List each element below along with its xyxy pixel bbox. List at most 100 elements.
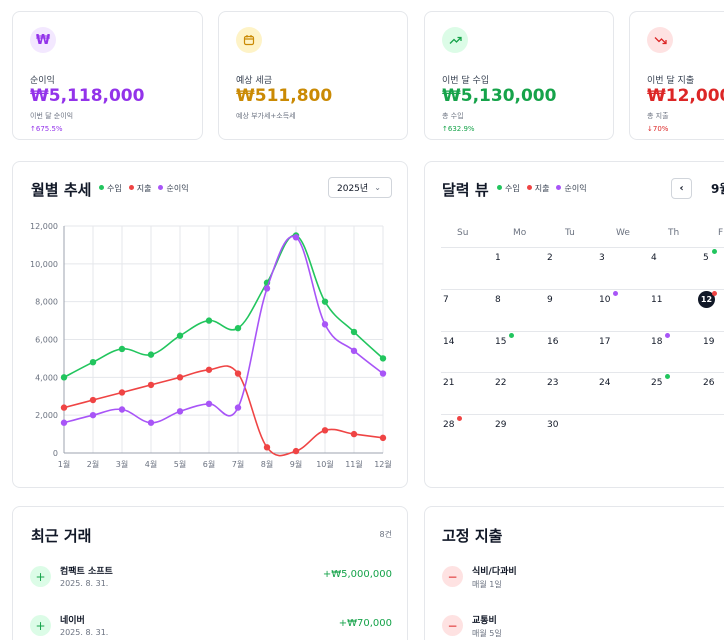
data-point	[379, 434, 387, 442]
transaction-row[interactable]: + 컴팩트 소프트 2025. 8. 31. +₩5,000,000	[30, 561, 392, 595]
data-point	[205, 366, 213, 373]
calendar-day[interactable]: 11	[651, 295, 662, 305]
recent-title: 최근 거래	[31, 527, 92, 545]
transaction-row[interactable]: + 네이버 2025. 8. 31. +₩70,000	[30, 610, 392, 640]
stat-sub: 예상 부가세+소득세	[236, 112, 296, 120]
calendar-day[interactable]: 17	[599, 337, 610, 347]
data-point	[118, 389, 126, 396]
fixed-expense-cycle: 매월 1일	[472, 580, 502, 589]
data-point	[379, 355, 387, 362]
calendar-title: 달력 뷰	[442, 181, 489, 199]
stat-change: ↓70%	[647, 125, 669, 133]
y-tick-label: 10,000	[30, 260, 58, 269]
prev-month-button[interactable]: ‹	[671, 178, 692, 199]
calendar-event-dot	[509, 333, 514, 338]
calendar-day[interactable]: 28	[443, 420, 454, 430]
calendar-day[interactable]: 30	[547, 420, 558, 430]
stat-label: 예상 세금	[236, 76, 272, 86]
stat-label: 이번 달 수입	[442, 76, 490, 86]
calendar-day[interactable]: 22	[495, 378, 506, 388]
y-tick-label: 6,000	[35, 336, 58, 345]
data-point	[321, 298, 329, 305]
calendar-row-divider	[441, 372, 724, 373]
calendar-event-dot	[665, 374, 670, 379]
calendar-day[interactable]: 3	[599, 253, 605, 263]
calendar-day[interactable]: 29	[495, 420, 506, 430]
calendar-row-divider	[441, 414, 724, 415]
transaction-count: 8건	[379, 530, 392, 539]
x-tick-label: 7월	[232, 459, 244, 469]
calendar-day[interactable]: 8	[495, 295, 501, 305]
x-tick-label: 2월	[87, 459, 99, 469]
calendar-day[interactable]: 14	[443, 337, 454, 347]
data-point	[60, 404, 68, 411]
data-point	[147, 381, 155, 389]
calendar-day[interactable]: 21	[443, 378, 454, 388]
transaction-date: 2025. 8. 31.	[60, 628, 109, 637]
calendar-day[interactable]: 16	[547, 337, 558, 347]
minus-icon: −	[442, 615, 463, 636]
trending-up-icon	[442, 27, 468, 53]
stat-label: 이번 달 지출	[647, 76, 695, 86]
calendar-day[interactable]: 2	[547, 253, 553, 263]
calendar-row-divider	[441, 331, 724, 332]
calendar-day[interactable]: 18	[651, 337, 662, 347]
stat-change: ↑632.9%	[442, 125, 475, 133]
transaction-amount: +₩5,000,000	[322, 569, 392, 580]
won-icon: ₩	[30, 27, 56, 53]
calendar-day[interactable]: 4	[651, 253, 657, 263]
x-tick-label: 12월	[374, 459, 392, 469]
calendar-day[interactable]: 23	[547, 378, 558, 388]
x-tick-label: 11월	[345, 459, 363, 469]
stat-value: ₩5,130,000	[442, 86, 557, 106]
calendar-day[interactable]: 5	[703, 253, 709, 263]
stat-value: ₩12,000	[647, 86, 724, 106]
transaction-name: 컴팩트 소프트	[60, 567, 113, 577]
data-point	[205, 400, 213, 408]
fixed-expense-row[interactable]: − 교통비 매월 5일	[442, 610, 724, 640]
data-point	[176, 408, 184, 415]
calendar-day[interactable]: 19	[703, 337, 714, 347]
data-point	[89, 359, 97, 366]
calendar-day[interactable]: 7	[443, 295, 449, 305]
data-point	[89, 396, 97, 404]
calendar-day[interactable]: 26	[703, 378, 714, 388]
data-point	[350, 347, 358, 355]
calendar-day[interactable]: 1	[495, 253, 501, 263]
data-point	[350, 430, 358, 438]
data-point	[321, 321, 329, 328]
stat-sub: 이번 달 순이익	[30, 112, 74, 120]
monthly-trend-card: 월별 추세 수입 지출 순이익 2025년 ⌄ 0 2,000 4,000 6,000…	[12, 161, 408, 488]
x-tick-label: 1월	[58, 459, 70, 469]
y-tick-label: 4,000	[35, 373, 58, 382]
calendar-day[interactable]: 24	[599, 378, 610, 388]
data-point	[263, 285, 271, 292]
fixed-expense-cycle: 매월 5일	[472, 629, 502, 638]
data-point	[350, 328, 358, 336]
calendar-card: 달력 뷰 수입 지출 순이익 ‹ 9월 SuMoTuWeThF123457891…	[424, 161, 724, 488]
chevron-left-icon: ‹	[679, 183, 684, 194]
data-point	[60, 374, 68, 381]
data-point	[234, 404, 242, 411]
calendar-day[interactable]: 10	[599, 295, 610, 305]
calendar-day[interactable]: 25	[651, 378, 662, 388]
calendar-day[interactable]: 9	[547, 295, 553, 305]
x-tick-label: 6월	[203, 459, 215, 469]
stat-card-net-profit: ₩ 순이익 ₩5,118,000 이번 달 순이익 ↑675.5%	[12, 11, 203, 140]
calendar-event-dot	[665, 333, 670, 338]
weekday-header: Mo	[513, 228, 527, 238]
x-tick-label: 5월	[174, 459, 186, 469]
fixed-expense-row[interactable]: − 식비/다과비 매월 1일	[442, 561, 724, 595]
calendar-icon	[236, 27, 262, 53]
plus-icon: +	[30, 566, 51, 587]
plus-icon: +	[30, 615, 51, 636]
calendar-day[interactable]: 15	[495, 337, 506, 347]
legend-item-income: 수입	[497, 183, 520, 194]
data-point	[234, 324, 242, 332]
stat-value: ₩511,800	[236, 86, 333, 106]
minus-icon: −	[442, 566, 463, 587]
fixed-expense-name: 교통비	[472, 616, 497, 626]
transaction-name: 네이버	[60, 616, 85, 626]
legend-item-profit: 순이익	[556, 183, 587, 194]
data-point	[263, 444, 271, 451]
